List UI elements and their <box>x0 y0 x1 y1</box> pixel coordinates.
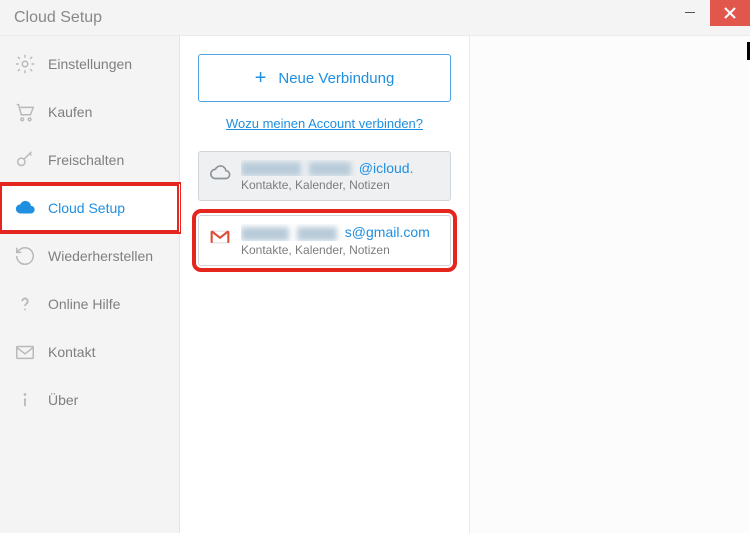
sidebar-item-online-hilfe[interactable]: Online Hilfe <box>0 280 179 328</box>
account-lines: s@gmail.com Kontakte, Kalender, Notizen <box>241 224 440 256</box>
key-icon <box>12 147 38 173</box>
sidebar-item-einstellungen[interactable]: Einstellungen <box>0 40 179 88</box>
sidebar-item-label: Einstellungen <box>48 56 132 72</box>
account-email: s@gmail.com <box>241 224 440 240</box>
main-column: + Neue Verbindung Wozu meinen Account ve… <box>180 36 470 533</box>
gear-icon <box>12 51 38 77</box>
window-title: Cloud Setup <box>14 9 670 27</box>
account-subtitle: Kontakte, Kalender, Notizen <box>241 178 440 192</box>
why-connect-link[interactable]: Wozu meinen Account verbinden? <box>198 116 451 131</box>
restore-icon <box>12 243 38 269</box>
account-email-suffix: s@gmail.com <box>345 224 430 240</box>
sidebar-item-freischalten[interactable]: Freischalten <box>0 136 179 184</box>
minimize-icon <box>685 12 695 13</box>
cloud-icon <box>12 195 38 221</box>
obscured-text <box>309 162 351 176</box>
gmail-icon <box>209 226 231 248</box>
cart-icon <box>12 99 38 125</box>
account-subtitle: Kontakte, Kalender, Notizen <box>241 243 440 257</box>
info-icon <box>12 387 38 413</box>
close-icon <box>724 7 736 19</box>
cloud-outline-icon <box>209 162 231 184</box>
sidebar-item-label: Kontakt <box>48 344 95 360</box>
title-bar: Cloud Setup <box>0 0 750 36</box>
sidebar-item-label: Wiederherstellen <box>48 248 153 264</box>
obscured-text <box>241 162 301 176</box>
obscured-text <box>241 227 289 241</box>
new-connection-button[interactable]: + Neue Verbindung <box>198 54 451 102</box>
sidebar: Einstellungen Kaufen Freischalten <box>0 36 180 533</box>
minimize-button[interactable] <box>670 0 710 26</box>
obscured-text <box>297 227 337 241</box>
sidebar-item-label: Cloud Setup <box>48 200 125 216</box>
plus-icon: + <box>255 67 267 90</box>
new-connection-label: Neue Verbindung <box>278 70 394 87</box>
sidebar-item-label: Online Hilfe <box>48 296 120 312</box>
account-email: @icloud. <box>241 160 440 176</box>
mail-icon <box>12 339 38 365</box>
sidebar-item-kaufen[interactable]: Kaufen <box>0 88 179 136</box>
account-card-icloud[interactable]: @icloud. Kontakte, Kalender, Notizen <box>198 151 451 201</box>
account-lines: @icloud. Kontakte, Kalender, Notizen <box>241 160 440 192</box>
sidebar-item-cloud-setup[interactable]: Cloud Setup <box>0 184 179 232</box>
sidebar-item-label: Über <box>48 392 78 408</box>
sidebar-item-ueber[interactable]: Über <box>0 376 179 424</box>
app-body: Einstellungen Kaufen Freischalten <box>0 36 750 533</box>
help-icon <box>12 291 38 317</box>
sidebar-item-wiederherstellen[interactable]: Wiederherstellen <box>0 232 179 280</box>
account-card-gmail[interactable]: s@gmail.com Kontakte, Kalender, Notizen <box>198 215 451 265</box>
detail-pane <box>470 36 750 533</box>
sidebar-item-label: Freischalten <box>48 152 124 168</box>
sidebar-item-kontakt[interactable]: Kontakt <box>0 328 179 376</box>
account-email-suffix: @icloud. <box>359 160 414 176</box>
close-button[interactable] <box>710 0 750 26</box>
sidebar-item-label: Kaufen <box>48 104 92 120</box>
